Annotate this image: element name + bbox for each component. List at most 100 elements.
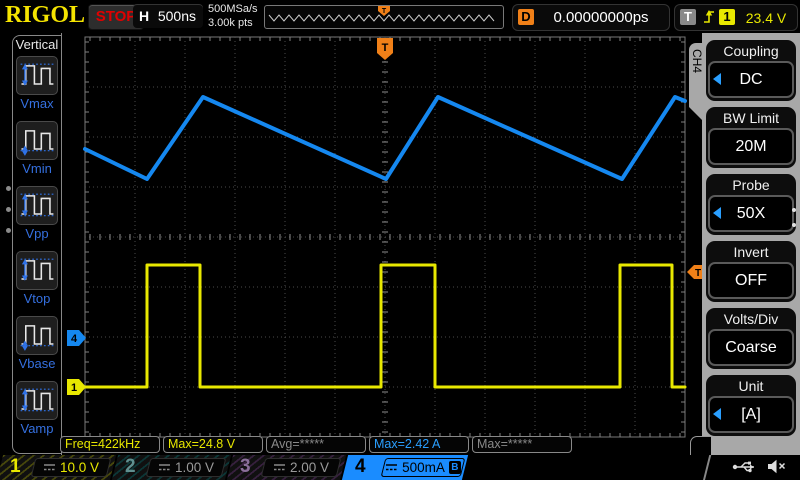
trigger-badge: T <box>680 9 696 25</box>
trigger-level-marker[interactable]: T <box>687 265 702 279</box>
graticule-grid <box>85 37 685 437</box>
top-bar: RIGOL STOP H 500ns 500MSa/s 3.00k pts T … <box>0 0 800 33</box>
menu-item-bw-limit[interactable]: BW Limit20M <box>706 107 796 168</box>
measurement-readout: Freq=422kHz <box>60 436 160 453</box>
speaker-muted-icon <box>767 459 786 479</box>
left-menu-item-label: Vbase <box>13 356 61 371</box>
waveform-preview-bar[interactable]: T <box>264 5 504 29</box>
channel-3-scale: 2.00 V <box>290 460 329 475</box>
menu-item-unit[interactable]: Unit[A] <box>706 375 796 436</box>
left-menu-item-vtop[interactable]: Vtop <box>13 251 61 316</box>
bw-limit-badge: B <box>449 461 461 474</box>
delay-value: 0.00000000ps <box>537 9 665 26</box>
channel-2-number[interactable]: 2 <box>125 456 136 478</box>
left-menu-divider <box>61 33 62 455</box>
bar-divider <box>702 455 711 480</box>
svg-text:T: T <box>382 8 387 15</box>
left-menu-item-vmin[interactable]: Vmin <box>13 121 61 186</box>
menu-item-label: Unit <box>708 376 794 396</box>
menu-item-invert[interactable]: InvertOFF <box>706 241 796 302</box>
measurement-readout: Max=***** <box>472 436 572 453</box>
horizontal-scale-box[interactable]: H 500ns <box>133 4 203 28</box>
menu-item-value: DC <box>708 61 794 98</box>
channel-4-number[interactable]: 4 <box>355 456 366 478</box>
menu-item-value: OFF <box>708 262 794 299</box>
left-menu-item-label: Vpp <box>13 226 61 241</box>
channel-2-scale: 1.00 V <box>175 460 214 475</box>
measurement-readout: Max=2.42 A <box>369 436 469 453</box>
page-indicator-dot <box>792 208 796 212</box>
trigger-readout[interactable]: T 1 23.4 V <box>674 4 798 31</box>
waveform-display: T T 4 1 <box>62 33 702 455</box>
menu-item-coupling[interactable]: CouplingDC <box>706 40 796 101</box>
acquisition-info: 500MSa/s 3.00k pts <box>208 2 258 30</box>
channel-4-scale-box[interactable]: 500mA B <box>381 458 466 477</box>
usb-icon <box>732 460 758 479</box>
vbase-icon <box>16 316 58 355</box>
channel-ground-marker[interactable]: 4 <box>67 330 86 346</box>
menu-item-value: 50X <box>708 195 794 232</box>
menu-item-volts-div[interactable]: Volts/DivCoarse <box>706 308 796 369</box>
memory-depth: 3.00k pts <box>208 16 258 30</box>
channel-4-scale: 500mA <box>402 460 445 475</box>
trigger-level-value: 23.4 V <box>739 10 793 26</box>
channel-3-scale-box[interactable]: 2.00 V <box>261 458 342 477</box>
horizontal-label: H <box>139 8 149 24</box>
menu-item-label: Invert <box>708 242 794 262</box>
timebase-value: 500ns <box>158 8 196 24</box>
menu-item-label: Probe <box>708 175 794 195</box>
left-menu-item-label: Vmax <box>13 96 61 111</box>
measurement-readout: Max=24.8 V <box>163 436 263 453</box>
delay-badge: D <box>518 9 534 25</box>
preview-waveform-icon: T <box>265 6 501 26</box>
dc-coupling-icon <box>43 463 56 472</box>
dc-coupling-icon <box>158 463 171 472</box>
menu-item-value: 20M <box>708 128 794 165</box>
trigger-source-badge: 1 <box>719 9 735 25</box>
menu-item-label: Coupling <box>708 41 794 61</box>
channel-1-scale: 10.0 V <box>60 460 99 475</box>
measure-menu-panel: Vertical Vmax Vmin Vpp Vtop Vbase Vamp <box>0 33 62 455</box>
measurement-strip: Freq=422kHzMax=24.8 VAvg=*****Max=2.42 A… <box>60 436 692 455</box>
left-menu-item-label: Vamp <box>13 421 61 436</box>
channel-status-bar: 1 10.0 V 2 1.00 V 3 2.00 V 4 500mA B <box>0 455 800 480</box>
rigol-logo: RIGOL <box>5 2 85 29</box>
channel-1-number[interactable]: 1 <box>10 456 21 478</box>
menu-item-probe[interactable]: Probe50X <box>706 174 796 235</box>
left-menu-title: Vertical <box>12 37 62 52</box>
select-arrow-icon <box>713 73 721 85</box>
oscilloscope-screen: RIGOL STOP H 500ns 500MSa/s 3.00k pts T … <box>0 0 800 480</box>
channel-2-scale-box[interactable]: 1.00 V <box>146 458 227 477</box>
left-menu-item-label: Vmin <box>13 161 61 176</box>
vtop-icon <box>16 251 58 290</box>
vpp-icon <box>16 186 58 225</box>
left-menu-item-label: Vtop <box>13 291 61 306</box>
svg-text:T: T <box>695 268 701 279</box>
channel-3-number[interactable]: 3 <box>240 456 251 478</box>
rising-edge-icon <box>702 8 716 31</box>
select-arrow-icon <box>713 207 721 219</box>
menu-item-label: Volts/Div <box>708 309 794 329</box>
left-menu-item-vpp[interactable]: Vpp <box>13 186 61 251</box>
channel-ground-marker[interactable]: 1 <box>67 379 86 395</box>
left-menu-item-vmax[interactable]: Vmax <box>13 56 61 121</box>
menu-item-value: Coarse <box>708 329 794 366</box>
menu-page-tab <box>690 436 711 456</box>
left-menu-item-vbase[interactable]: Vbase <box>13 316 61 381</box>
menu-item-label: BW Limit <box>708 108 794 128</box>
vmin-icon <box>16 121 58 160</box>
svg-text:T: T <box>382 42 389 54</box>
page-indicator-dot <box>6 186 11 191</box>
sample-rate: 500MSa/s <box>208 2 258 16</box>
dc-coupling-icon <box>385 463 398 472</box>
trigger-position-marker[interactable]: T <box>377 38 393 60</box>
delay-readout[interactable]: D 0.00000000ps <box>512 4 670 31</box>
left-menu-item-vamp[interactable]: Vamp <box>13 381 61 446</box>
select-arrow-icon <box>713 408 721 420</box>
vmax-icon <box>16 56 58 95</box>
page-indicator-dot <box>6 228 11 233</box>
menu-item-value: [A] <box>708 396 794 433</box>
dc-coupling-icon <box>273 463 286 472</box>
vamp-icon <box>16 381 58 420</box>
channel-1-scale-box[interactable]: 10.0 V <box>31 458 112 477</box>
